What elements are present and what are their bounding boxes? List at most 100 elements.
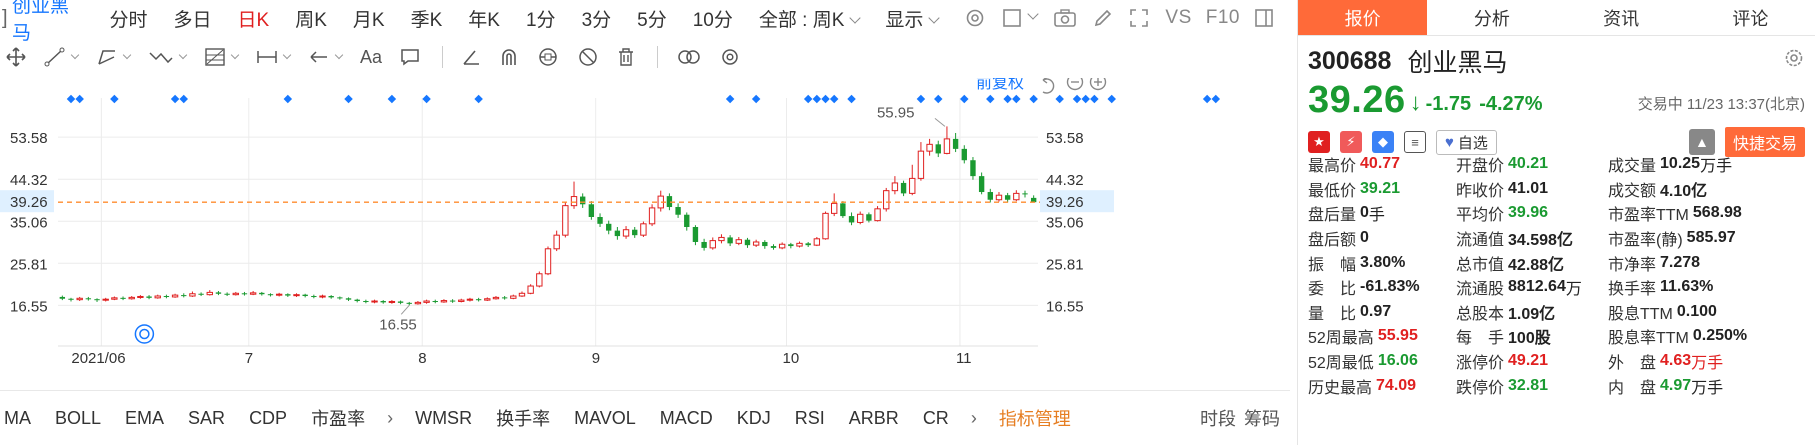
indicator-pe[interactable]: 市盈率 [299, 405, 377, 431]
candle-body-up [249, 292, 257, 295]
tag-icon[interactable]: ◆ [1372, 131, 1394, 153]
chip-distribution-button[interactable]: 筹码 [1244, 405, 1280, 431]
indicator-manage-button[interactable]: 指标管理 [987, 405, 1083, 431]
stat-value: 11.63% [1660, 278, 1714, 296]
stat-cell: 总股本 1.09亿 [1456, 300, 1608, 324]
move-icon[interactable] [6, 47, 26, 67]
indicator-cdp[interactable]: CDP [237, 408, 299, 429]
indicator-arbr[interactable]: ARBR [837, 408, 911, 429]
period-tab-10min[interactable]: 10分 [693, 5, 733, 32]
pencil-icon[interactable] [1093, 8, 1113, 28]
indicator-turnover[interactable]: 换手率 [484, 405, 562, 431]
stat-cell: 市盈率(静) 585.97 [1608, 226, 1808, 250]
vs-button[interactable]: VS [1165, 7, 1191, 29]
trash-icon[interactable] [617, 47, 635, 67]
period-tab-5min[interactable]: 5分 [637, 5, 667, 32]
period-tab-quarterly-k[interactable]: 季K [411, 5, 443, 32]
candle-body-down [1022, 193, 1028, 195]
event-marker [283, 94, 293, 104]
trendline-tool[interactable] [44, 47, 80, 67]
undo-icon[interactable] [1042, 78, 1055, 94]
tab-comments[interactable]: 评论 [1686, 0, 1815, 35]
stat-label: 历史最高 [1308, 379, 1373, 397]
chevron-right-icon[interactable]: › [961, 408, 987, 429]
restoration-toggle[interactable]: 前复权 [976, 78, 1024, 92]
indicator-wmsr[interactable]: WMSR [403, 408, 484, 429]
add-watchlist-button[interactable]: ♥ 自选 [1436, 129, 1497, 155]
tab-quote[interactable]: 报价 [1298, 0, 1428, 35]
q-badge-icon[interactable] [134, 324, 155, 344]
display-select[interactable]: 显示 [885, 5, 941, 32]
chevron-right-icon[interactable]: › [377, 408, 403, 429]
stat-value: 7.278 [1660, 253, 1701, 271]
f10-button[interactable]: F10 [1206, 7, 1240, 29]
stat-cell: 盘后量 0 手 [1308, 201, 1456, 225]
indicator-kdj[interactable]: KDJ [725, 408, 783, 429]
stat-label: 平均价 [1456, 207, 1505, 225]
magnet-icon[interactable] [499, 47, 519, 67]
indicator-rsi[interactable]: RSI [783, 408, 837, 429]
period-tab-yearly-k[interactable]: 年K [468, 5, 500, 32]
tab-analysis[interactable]: 分析 [1427, 0, 1556, 35]
panel-toggle-icon[interactable] [1254, 8, 1274, 28]
zoom-out-icon[interactable] [1066, 78, 1084, 91]
chart-style-select[interactable] [1002, 8, 1040, 28]
period-tab-1min[interactable]: 1分 [526, 5, 556, 32]
angle-icon[interactable] [461, 47, 481, 67]
arrow-tool[interactable] [308, 47, 344, 67]
indicator-mavol[interactable]: MAVOL [562, 408, 648, 429]
indicator-ema[interactable]: EMA [113, 408, 176, 429]
hide-drawing-icon[interactable] [577, 47, 599, 67]
period-tab-daily-k[interactable]: 日K [238, 5, 270, 32]
candle-body-down [328, 296, 334, 298]
candle-body-down [68, 298, 74, 300]
fibonacci-tool[interactable] [204, 47, 240, 67]
toolbar-divider [442, 46, 444, 68]
measure-tool[interactable] [256, 47, 292, 67]
candle-body-up [388, 300, 396, 303]
stat-label: 最高价 [1308, 158, 1357, 176]
candle-body-up [570, 196, 578, 207]
candle-body-down [337, 297, 343, 299]
stat-cell: 股息率TTM 0.250% [1608, 324, 1808, 348]
bracket-glyph: ] [2, 6, 8, 29]
period-tab-fenshi[interactable]: 分时 [110, 5, 148, 32]
stat-value: 10.25 [1660, 155, 1701, 173]
period-tab-3min[interactable]: 3分 [582, 5, 612, 32]
period-tab-monthly-k[interactable]: 月K [353, 5, 385, 32]
wave-tool[interactable] [148, 47, 188, 67]
indicator-cr[interactable]: CR [911, 408, 961, 429]
indicator-boll[interactable]: BOLL [43, 408, 113, 429]
stat-row: 52周最低 16.06 涨停价 49.21 外 盘 4.63 万手 [1308, 349, 1808, 374]
lock-drawing-icon[interactable] [537, 47, 559, 67]
indicator-ma[interactable]: MA [0, 408, 43, 429]
note-icon[interactable]: ≡ [1404, 131, 1426, 153]
compare-icon[interactable] [676, 47, 702, 67]
indicator-macd[interactable]: MACD [648, 408, 725, 429]
period-tab-weekly-k[interactable]: 周K [295, 5, 327, 32]
tab-news[interactable]: 资讯 [1557, 0, 1686, 35]
stat-cell: 流通值 34.598亿 [1456, 226, 1608, 250]
indicator-sar[interactable]: SAR [176, 408, 237, 429]
current-price: 39.26 [1308, 79, 1406, 121]
candle-body-up [622, 229, 630, 237]
kline-chart[interactable]: 53.58 53.58 44.32 44.32 35.06 35.06 25.81 25.81… [0, 78, 1290, 390]
candle-body-down [970, 160, 976, 177]
stat-value: 0.100 [1676, 302, 1717, 320]
settings-icon[interactable] [964, 7, 986, 29]
text-tool-icon[interactable]: Aa [360, 47, 382, 68]
time-range-button[interactable]: 时段 [1200, 405, 1236, 431]
range-select[interactable]: 全部 : 周K [759, 5, 862, 32]
event-marker [66, 94, 76, 104]
channel-tool[interactable] [96, 47, 132, 67]
comment-icon[interactable] [400, 47, 420, 67]
lightning-icon[interactable]: ⚡ [1340, 131, 1362, 153]
draw-settings-icon[interactable] [720, 47, 740, 67]
fullscreen-icon[interactable] [1129, 8, 1149, 28]
stat-row: 最高价 40.77 开盘价 40.21 成交量 10.25 万手 [1308, 152, 1808, 177]
candle-body-up [527, 285, 534, 294]
stat-value: 32.81 [1508, 376, 1549, 394]
gear-icon[interactable] [1783, 47, 1805, 76]
camera-icon[interactable] [1053, 8, 1077, 28]
period-tab-multiday[interactable]: 多日 [174, 5, 212, 32]
